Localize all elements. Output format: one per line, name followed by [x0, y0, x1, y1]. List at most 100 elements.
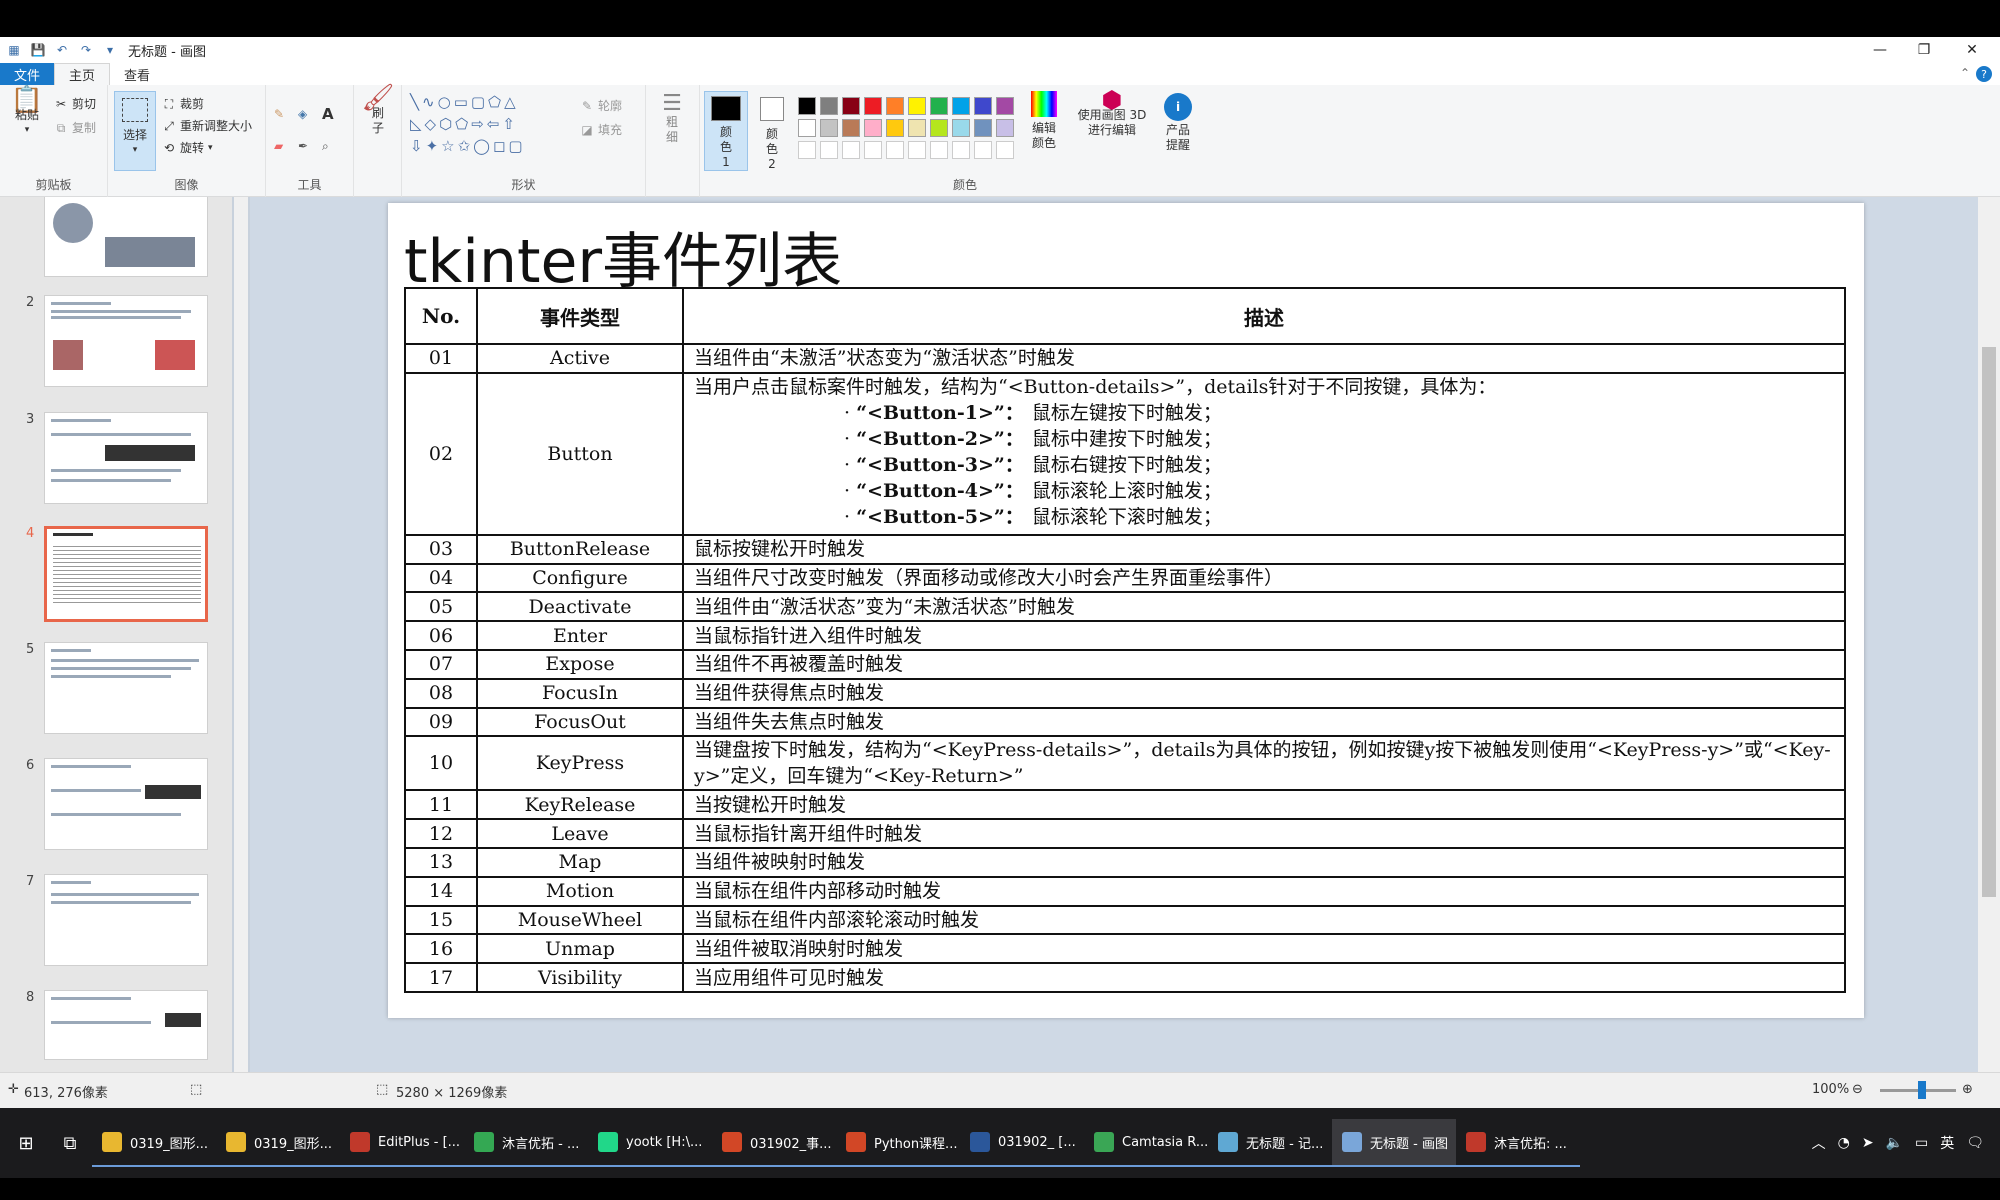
custom-color-slot[interactable] — [864, 141, 882, 159]
network-icon[interactable]: ◔ — [1838, 1135, 1850, 1151]
rotate-button[interactable]: ⟲ 旋转 ▾ — [162, 139, 213, 156]
taskbar-app[interactable]: 沐言优拓 - ... — [464, 1119, 588, 1167]
palette-color-swatch[interactable] — [996, 119, 1014, 137]
minimize-button[interactable]: — — [1858, 37, 1902, 63]
edit-colors-button[interactable]: 编辑颜色 — [1022, 91, 1066, 151]
help-icon[interactable]: ? — [1976, 66, 1992, 82]
palette-color-swatch[interactable] — [864, 97, 882, 115]
custom-color-slot[interactable] — [930, 141, 948, 159]
product-alert-button[interactable]: i 产品提醒 — [1156, 93, 1200, 153]
copy-button[interactable]: ⧉ 复制 — [54, 119, 96, 136]
notification-icon[interactable]: 🗨 — [1966, 1135, 1984, 1151]
outline-button[interactable]: ✎ 轮廓 — [580, 97, 622, 114]
palette-color-swatch[interactable] — [820, 97, 838, 115]
palette-color-swatch[interactable] — [908, 119, 926, 137]
text-tool-icon[interactable]: A — [322, 105, 334, 123]
custom-color-slot[interactable] — [952, 141, 970, 159]
magnifier-icon[interactable]: ⌕ — [322, 139, 329, 154]
taskbar-app[interactable]: 031902_ [... — [960, 1119, 1084, 1167]
close-button[interactable]: ✕ — [1950, 37, 1994, 63]
slide-thumbnail-2[interactable] — [44, 295, 208, 387]
size-button[interactable]: ☰ 粗细 — [652, 93, 692, 145]
shapes-gallery[interactable]: ╲∿○▭▢⬠△ ◺◇⬡⬠⇨⇦⇧ ⇩✦☆✩◯◻▢ — [410, 91, 570, 163]
palette-color-swatch[interactable] — [798, 97, 816, 115]
paste-button[interactable]: 📋 粘贴 ▾ — [6, 87, 48, 138]
fill-bucket-icon[interactable]: ◈ — [298, 107, 307, 121]
resize-button[interactable]: ⤢ 重新调整大小 — [162, 117, 252, 134]
undo-icon[interactable]: ↶ — [52, 40, 72, 60]
slide-thumbnail-4[interactable] — [44, 526, 208, 622]
windows-start-icon[interactable]: ⊞ — [4, 1121, 48, 1165]
palette-color-swatch[interactable] — [798, 119, 816, 137]
slide-thumbnail-7[interactable] — [44, 874, 208, 966]
paint3d-button[interactable]: ⬢ 使用画图 3D 进行编辑 — [1076, 88, 1148, 138]
tab-file[interactable]: 文件 — [0, 63, 55, 85]
custom-color-slot[interactable] — [798, 141, 816, 159]
tab-view[interactable]: 查看 — [110, 63, 164, 85]
palette-color-swatch[interactable] — [974, 97, 992, 115]
cut-button[interactable]: ✂ 剪切 — [54, 95, 96, 112]
send-icon[interactable]: ➤ — [1862, 1135, 1874, 1151]
palette-color-swatch[interactable] — [842, 119, 860, 137]
palette-color-swatch[interactable] — [930, 119, 948, 137]
slide-thumbnail-6[interactable] — [44, 758, 208, 850]
custom-color-slot[interactable] — [996, 141, 1014, 159]
taskbar-app[interactable]: Python课程... — [836, 1119, 960, 1167]
taskbar-app[interactable]: 无标题 - 记... — [1208, 1119, 1332, 1167]
taskbar-app[interactable]: Camtasia R... — [1084, 1119, 1208, 1167]
palette-color-swatch[interactable] — [820, 119, 838, 137]
palette-color-swatch[interactable] — [996, 97, 1014, 115]
slide-thumbnail-3[interactable] — [44, 412, 208, 504]
custom-color-slot[interactable] — [886, 141, 904, 159]
tray-chevron-icon[interactable]: ︿ — [1812, 1133, 1826, 1153]
slide-thumbnail-panel[interactable]: 2 3 4 5 6 7 8 — [0, 197, 232, 1072]
custom-color-slot[interactable] — [842, 141, 860, 159]
palette-color-swatch[interactable] — [886, 97, 904, 115]
zoom-in-icon[interactable]: ⊕ — [1962, 1082, 1973, 1097]
color2-button[interactable]: 颜色 2 — [752, 91, 792, 172]
scrollbar-thumb[interactable] — [1982, 347, 1996, 897]
taskbar-app[interactable]: 0319_图形... — [216, 1119, 340, 1167]
taskbar-app[interactable]: 031902_事... — [712, 1119, 836, 1167]
slide-thumbnail-8[interactable] — [44, 990, 208, 1060]
palette-color-swatch[interactable] — [908, 97, 926, 115]
battery-icon[interactable]: ▭ — [1915, 1135, 1928, 1151]
redo-icon[interactable]: ↷ — [76, 40, 96, 60]
restore-button[interactable]: ❐ — [1902, 37, 1946, 63]
eraser-icon[interactable]: ▰ — [274, 139, 283, 153]
palette-color-swatch[interactable] — [974, 119, 992, 137]
taskbar-app[interactable]: EditPlus - [... — [340, 1119, 464, 1167]
ribbon-collapse-icon[interactable]: ⌃ — [1960, 66, 1970, 80]
color-picker-icon[interactable]: ✒ — [298, 139, 308, 153]
taskbar-app[interactable]: 沐言优拓: ... — [1456, 1119, 1580, 1167]
palette-color-swatch[interactable] — [886, 119, 904, 137]
zoom-out-icon[interactable]: ⊖ — [1852, 1082, 1863, 1097]
slide-canvas[interactable]: tkinter事件列表 No. 事件类型 描述 01 Active 当组件由“未激活… — [388, 203, 1864, 1018]
brush-button[interactable]: 🖌 刷子 — [358, 85, 398, 136]
palette-color-swatch[interactable] — [864, 119, 882, 137]
palette-color-swatch[interactable] — [952, 119, 970, 137]
color1-button[interactable]: 颜色 1 — [704, 91, 748, 171]
palette-color-swatch[interactable] — [952, 97, 970, 115]
volume-icon[interactable]: 🔈 — [1886, 1135, 1903, 1151]
custom-color-slot[interactable] — [908, 141, 926, 159]
pencil-icon[interactable]: ✎ — [274, 107, 284, 121]
slide-thumbnail-5[interactable] — [44, 642, 208, 734]
slide-thumbnail-1[interactable] — [44, 197, 208, 277]
taskbar-app[interactable]: 无标题 - 画图 — [1332, 1119, 1456, 1167]
fill-button[interactable]: ◪ 填充 — [580, 121, 622, 138]
canvas-vertical-scrollbar[interactable] — [1978, 197, 2000, 1072]
palette-color-swatch[interactable] — [842, 97, 860, 115]
palette-color-swatch[interactable] — [930, 97, 948, 115]
tab-home[interactable]: 主页 — [54, 63, 111, 85]
task-view-icon[interactable]: ⧉ — [48, 1121, 92, 1165]
ime-indicator[interactable]: 英 — [1940, 1133, 1954, 1153]
save-icon[interactable]: 💾 — [28, 40, 48, 60]
zoom-slider-knob[interactable] — [1918, 1081, 1926, 1099]
custom-color-slot[interactable] — [974, 141, 992, 159]
quick-access-dropdown-icon[interactable]: ▾ — [100, 40, 120, 60]
select-button[interactable]: 选择 ▾ — [114, 91, 156, 171]
taskbar-app[interactable]: yootk [H:\... — [588, 1119, 712, 1167]
custom-color-slot[interactable] — [820, 141, 838, 159]
taskbar-app[interactable]: 0319_图形... — [92, 1119, 216, 1167]
